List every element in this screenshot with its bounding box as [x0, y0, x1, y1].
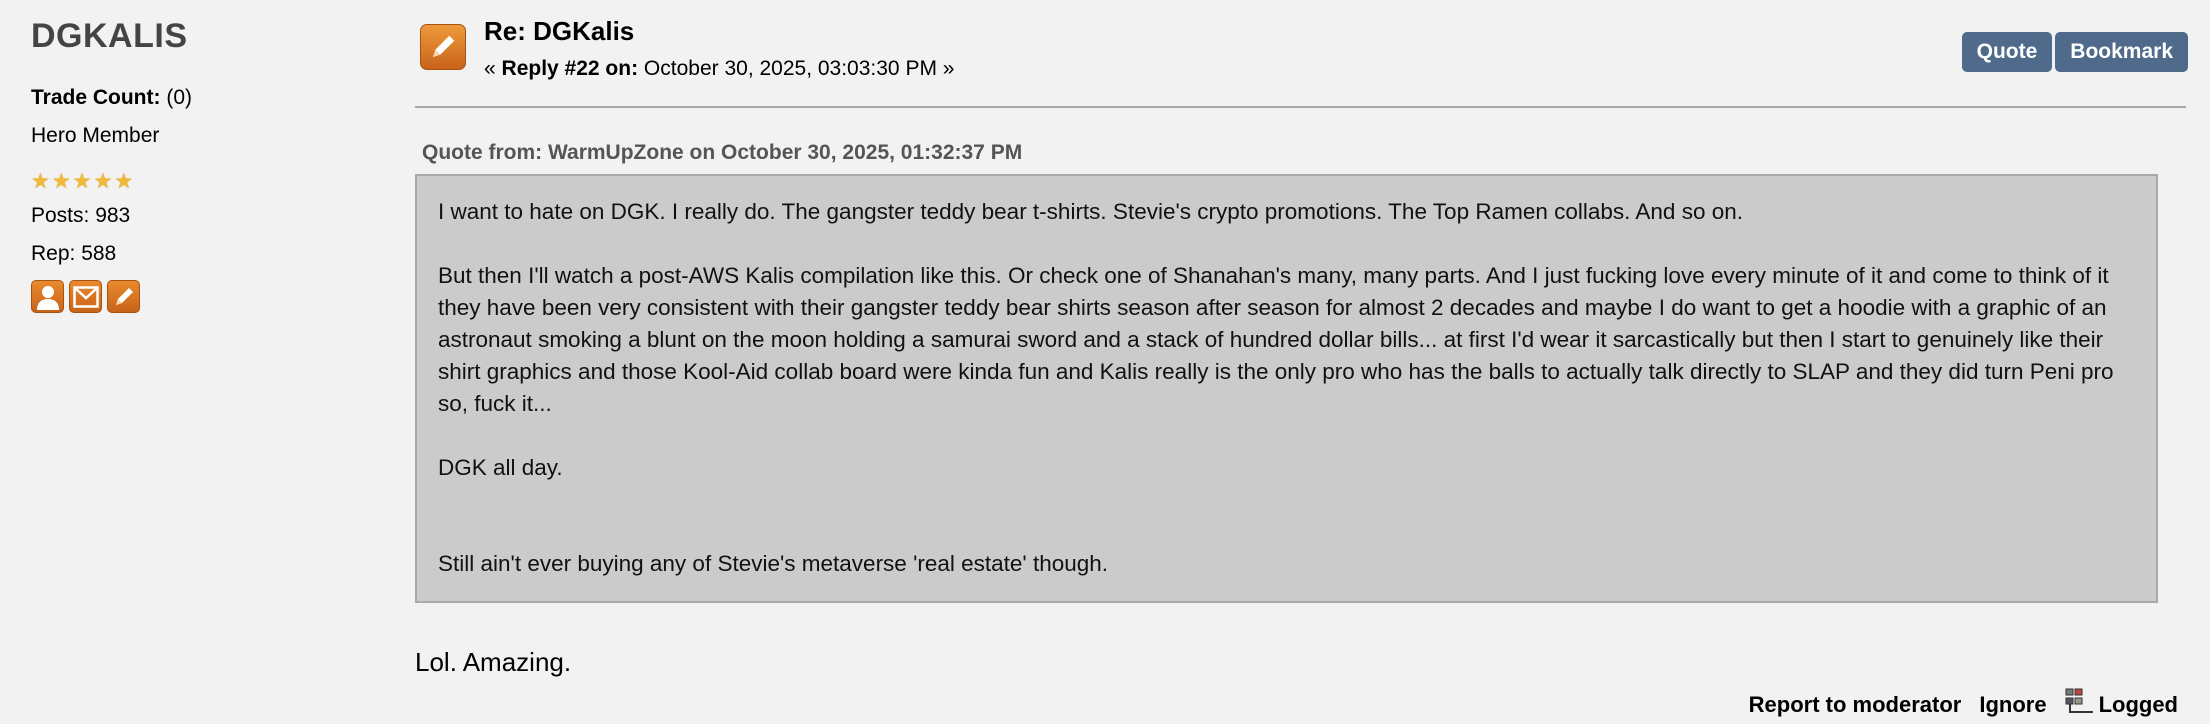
trade-count-label: Trade Count:: [31, 86, 161, 109]
pencil-icon[interactable]: [107, 280, 140, 313]
poster-action-icons: [31, 280, 371, 313]
ip-logged-icon: [2065, 688, 2095, 722]
poster-name[interactable]: DGKALIS: [31, 16, 371, 56]
post-date: October 30, 2025, 03:03:30 PM: [643, 57, 937, 80]
quote-paragraph: I want to hate on DGK. I really do. The …: [438, 199, 1743, 224]
member-stars: ★ ★ ★ ★ ★: [31, 170, 371, 193]
header-divider: [415, 106, 2186, 108]
reputation-value: 588: [81, 242, 117, 265]
member-title: Hero Member: [31, 124, 160, 147]
post-count-label: Posts:: [31, 204, 90, 227]
post-count: Posts: 983: [31, 204, 371, 228]
post-count-value: 983: [95, 204, 131, 227]
quote-header-link[interactable]: Quote from: WarmUpZone on October 30, 20…: [422, 140, 1022, 166]
quote-paragraph: But then I'll watch a post-AWS Kalis com…: [438, 263, 2114, 416]
meta-open-quote: «: [484, 57, 496, 80]
star-icon: ★: [93, 170, 113, 193]
star-icon: ★: [31, 170, 50, 193]
post-meta: « Reply #22 on: October 30, 2025, 03:03:…: [484, 56, 954, 82]
star-icon: ★: [51, 170, 71, 193]
profile-icon[interactable]: [31, 280, 64, 313]
forum-post: DGKALIS Trade Count: (0) Hero Member ★ ★…: [0, 0, 2210, 724]
poster-info: DGKALIS Trade Count: (0) Hero Member ★ ★…: [31, 16, 371, 313]
reply-number: Reply #22 on:: [501, 57, 639, 80]
report-to-moderator-link[interactable]: Report to moderator: [1749, 692, 1962, 718]
logged-label: Logged: [2098, 692, 2178, 717]
message-icon[interactable]: [69, 280, 102, 313]
trade-count-value: (0): [166, 86, 193, 109]
ignore-link[interactable]: Ignore: [1979, 692, 2046, 718]
quote-button[interactable]: Quote: [1961, 32, 2053, 72]
quote-block: I want to hate on DGK. I really do. The …: [415, 174, 2158, 603]
post-title-link[interactable]: Re: DGKalis: [484, 15, 634, 47]
post-actions: Quote Bookmark: [1961, 32, 2188, 72]
logged-status: Logged: [2065, 688, 2178, 722]
star-icon: ★: [114, 170, 134, 193]
reputation: Rep: 588: [31, 242, 371, 266]
star-icon: ★: [72, 170, 92, 193]
post-footer: Report to moderator Ignore Logged: [1749, 688, 2178, 722]
trade-count: Trade Count: (0): [31, 86, 371, 110]
quote-paragraph: DGK all day.: [438, 455, 563, 480]
reputation-label: Rep:: [31, 242, 76, 265]
bookmark-button[interactable]: Bookmark: [2055, 32, 2188, 72]
quote-paragraph: Still ain't ever buying any of Stevie's …: [438, 551, 1109, 576]
post-body: Lol. Amazing.: [415, 647, 572, 677]
meta-close-quote: »: [942, 57, 955, 80]
post-pencil-icon: [420, 24, 466, 70]
